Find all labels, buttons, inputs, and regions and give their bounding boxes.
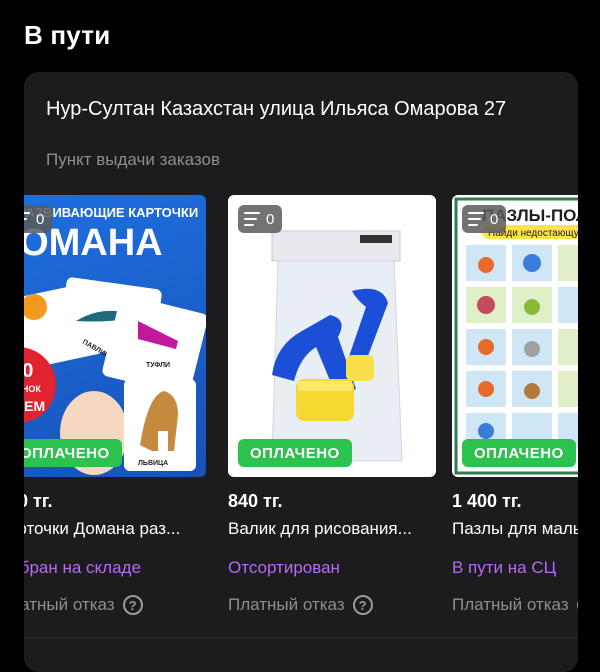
art-word-shoes: ТУФЛИ bbox=[146, 362, 170, 369]
art-topics: 12ТЕМ bbox=[24, 398, 45, 414]
list-item[interactable]: РАЗВИВАЮЩИЕ КАРТОЧКИ ДОМАНА ПАВЛИН ТУФЛИ… bbox=[24, 195, 206, 615]
item-name[interactable]: Карточки Домана раз... bbox=[24, 519, 206, 539]
paid-refusal[interactable]: Платный отказ ? bbox=[24, 595, 143, 615]
quantity-badge: 0 bbox=[238, 205, 283, 233]
item-price: 840 тг. bbox=[228, 491, 283, 511]
paid-badge: ОПЛАЧЕНО bbox=[24, 439, 122, 467]
pickup-point-label: Пункт выдачи заказов bbox=[46, 150, 220, 169]
paid-refusal-label: Платный отказ bbox=[452, 595, 569, 614]
puzzle-art: ПАЗЛЫ-ПОЛОВИНКИ Найди недостающую bbox=[454, 197, 578, 475]
list-icon bbox=[24, 212, 30, 226]
item-status: В пути на СЦ bbox=[452, 558, 557, 577]
roller-art bbox=[271, 230, 403, 462]
quantity-badge: 0 bbox=[24, 205, 53, 233]
art-word-lioness: ЛЬВИЦА bbox=[138, 460, 168, 467]
product-image[interactable]: ПАЗЛЫ-ПОЛОВИНКИ Найди недостающую bbox=[452, 195, 578, 477]
question-icon[interactable]: ? bbox=[122, 595, 143, 615]
question-icon[interactable]: ? bbox=[576, 595, 578, 615]
order-card[interactable]: Нур-Султан Казахстан улица Ильяса Омаров… bbox=[24, 72, 578, 672]
question-icon[interactable]: ? bbox=[352, 595, 373, 615]
quantity-badge: 0 bbox=[462, 205, 507, 233]
item-price: 1 400 тг. bbox=[452, 491, 522, 511]
list-item[interactable]: ПАЗЛЫ-ПОЛОВИНКИ Найди недостающую bbox=[452, 195, 578, 615]
delivery-address: Нур-Султан Казахстан улица Ильяса Омаров… bbox=[46, 98, 507, 120]
paid-badge: ОПЛАЧЕНО bbox=[462, 439, 576, 467]
items-carousel[interactable]: РАЗВИВАЮЩИЕ КАРТОЧКИ ДОМАНА ПАВЛИН ТУФЛИ… bbox=[24, 195, 578, 625]
paid-refusal-label: Платный отказ bbox=[24, 595, 115, 614]
paid-refusal[interactable]: Платный отказ ? bbox=[228, 595, 373, 615]
paid-refusal-label: Платный отказ bbox=[228, 595, 345, 614]
list-icon bbox=[244, 212, 260, 226]
paid-refusal[interactable]: Платный отказ ? bbox=[452, 595, 578, 615]
quantity-value: 0 bbox=[490, 210, 499, 228]
quantity-value: 0 bbox=[266, 210, 275, 228]
product-image[interactable]: РАЗВИВАЮЩИЕ КАРТОЧКИ ДОМАНА ПАВЛИН ТУФЛИ… bbox=[24, 195, 206, 477]
item-price: 310 тг. bbox=[24, 491, 53, 511]
list-item[interactable]: 0 ОПЛАЧЕНО 840 тг. Валик для рисования..… bbox=[228, 195, 436, 615]
art-count: 200 bbox=[24, 360, 33, 382]
item-name[interactable]: Валик для рисования... bbox=[228, 519, 436, 539]
product-image[interactable]: 0 ОПЛАЧЕНО bbox=[228, 195, 436, 477]
item-status: Собран на складе bbox=[24, 558, 141, 577]
section-title: В пути bbox=[24, 20, 111, 50]
list-icon bbox=[468, 212, 484, 226]
paid-badge: ОПЛАЧЕНО bbox=[238, 439, 352, 467]
divider bbox=[24, 637, 578, 638]
doman-cards-art: РАЗВИВАЮЩИЕ КАРТОЧКИ ДОМАНА ПАВЛИН ТУФЛИ… bbox=[24, 205, 206, 475]
item-status: Отсортирован bbox=[228, 558, 340, 577]
art-count-sub: КАРТИНОК bbox=[24, 384, 41, 394]
item-name[interactable]: Пазлы для малышей bbox=[452, 519, 578, 539]
quantity-value: 0 bbox=[36, 210, 45, 228]
